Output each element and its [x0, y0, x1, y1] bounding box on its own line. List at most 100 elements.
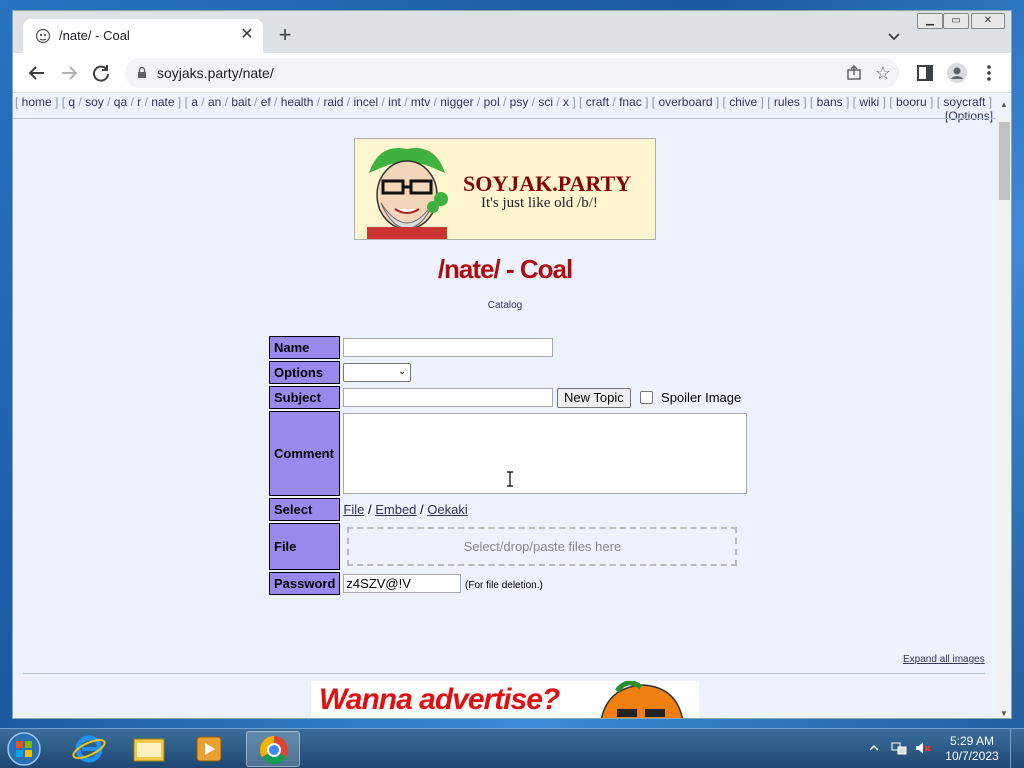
- board-link-psy[interactable]: psy: [510, 95, 529, 109]
- browser-tab[interactable]: /nate/ - Coal ✕: [23, 19, 263, 53]
- spoiler-label: Spoiler Image: [661, 390, 742, 405]
- profile-avatar-icon[interactable]: [945, 61, 969, 85]
- scroll-up-icon[interactable]: ▲: [1000, 100, 1008, 109]
- internet-explorer-icon[interactable]: [62, 731, 116, 767]
- board-link-craft[interactable]: craft: [586, 95, 609, 109]
- board-link-booru[interactable]: booru: [896, 95, 927, 109]
- clock-time: 5:29 AM: [949, 734, 995, 748]
- board-link-int[interactable]: int: [388, 95, 401, 109]
- forward-arrow-icon[interactable]: [57, 61, 81, 85]
- catalog-link[interactable]: Catalog: [488, 300, 522, 311]
- banner-title: SOYJAK.PARTY: [463, 171, 632, 196]
- scrollbar-thumb[interactable]: [999, 122, 1010, 200]
- board-link-a[interactable]: a: [191, 95, 198, 109]
- file-dropzone[interactable]: Select/drop/paste files here: [347, 527, 738, 566]
- board-link-home[interactable]: home: [22, 95, 52, 109]
- address-bar[interactable]: soyjaks.party/nate/ ☆: [125, 58, 899, 88]
- browser-toolbar: soyjaks.party/nate/ ☆: [13, 53, 1011, 93]
- board-link-mtv[interactable]: mtv: [411, 95, 430, 109]
- board-link-soycraft[interactable]: soycraft: [943, 95, 985, 109]
- share-icon[interactable]: [845, 64, 863, 82]
- ad-text: Wanna advertise?: [319, 683, 560, 716]
- tray-overflow-icon[interactable]: [868, 742, 880, 754]
- media-player-icon[interactable]: [182, 731, 236, 767]
- top-divider: [13, 118, 997, 119]
- menu-kebab-icon[interactable]: [977, 61, 1001, 85]
- board-title: /nate/ - Coal: [437, 254, 573, 284]
- bottom-divider: [23, 673, 985, 674]
- board-link-raid[interactable]: raid: [323, 95, 343, 109]
- tab-search-chevron-icon[interactable]: [885, 27, 903, 45]
- board-link-incel[interactable]: incel: [353, 95, 378, 109]
- name-input[interactable]: [343, 338, 554, 357]
- select-label: Select: [269, 498, 341, 521]
- select-file-link[interactable]: File: [343, 502, 364, 517]
- board-link-bait[interactable]: bait: [231, 95, 250, 109]
- board-link-overboard[interactable]: overboard: [658, 95, 712, 109]
- board-link-sci[interactable]: sci: [538, 95, 553, 109]
- board-link-health[interactable]: health: [281, 95, 314, 109]
- show-desktop-button[interactable]: [1010, 729, 1024, 768]
- maximize-icon[interactable]: ▭: [943, 13, 969, 29]
- ad-mascot-icon: [600, 681, 684, 718]
- expand-all-images-link[interactable]: Expand all images: [903, 654, 985, 665]
- board-link-nate[interactable]: nate: [151, 95, 174, 109]
- password-label: Password: [269, 572, 341, 595]
- volume-muted-icon[interactable]: [914, 739, 932, 757]
- board-link-soy[interactable]: soy: [85, 95, 104, 109]
- soyjak-favicon-icon: [35, 28, 51, 44]
- close-tab-icon[interactable]: ✕: [237, 25, 257, 45]
- minimize-icon[interactable]: ▁: [917, 13, 943, 29]
- new-topic-button[interactable]: New Topic: [557, 387, 631, 408]
- chevron-down-icon: ⌄: [398, 366, 407, 377]
- file-label: File: [269, 523, 341, 570]
- spoiler-checkbox[interactable]: [640, 391, 654, 404]
- post-form: Name Options ⌄ Subject New Topic Spoiler…: [267, 334, 750, 597]
- board-link-chive[interactable]: chive: [729, 95, 757, 109]
- board-link-fnac[interactable]: fnac: [619, 95, 642, 109]
- board-link-bans[interactable]: bans: [817, 95, 843, 109]
- chrome-icon: [260, 736, 288, 764]
- page-scrollbar[interactable]: ▲ ▼: [996, 100, 1011, 718]
- tab-strip: /nate/ - Coal ✕ + ▁ ▭ ✕: [13, 11, 1011, 53]
- tab-title: /nate/ - Coal: [59, 28, 130, 43]
- network-icon[interactable]: [890, 739, 908, 757]
- board-link-ef[interactable]: ef: [261, 95, 271, 109]
- taskbar-clock[interactable]: 5:29 AM 10/7/2023: [942, 734, 1002, 764]
- text-cursor-icon: [507, 471, 513, 487]
- comment-label: Comment: [269, 411, 341, 496]
- board-link-qa[interactable]: qa: [114, 95, 127, 109]
- site-banner[interactable]: SOYJAK.PARTY It's just like old /b/!: [354, 138, 656, 240]
- file-explorer-icon[interactable]: [122, 731, 176, 767]
- side-panel-icon[interactable]: [913, 61, 937, 85]
- page-content: [ home ] [ q / soy / qa / r / nate ] [ a…: [13, 94, 1011, 718]
- board-link-pol[interactable]: pol: [484, 95, 500, 109]
- options-label: Options: [269, 361, 341, 384]
- back-arrow-icon[interactable]: [25, 61, 49, 85]
- advertisement-banner[interactable]: Wanna advertise?: [311, 681, 699, 718]
- board-link-wiki[interactable]: wiki: [859, 95, 879, 109]
- options-link[interactable]: [Options]: [945, 109, 993, 123]
- reload-icon[interactable]: [89, 61, 113, 85]
- new-tab-icon[interactable]: +: [273, 24, 297, 48]
- bookmark-star-icon[interactable]: ☆: [873, 63, 893, 83]
- scroll-down-icon[interactable]: ▼: [1000, 709, 1008, 718]
- password-input[interactable]: [343, 574, 462, 593]
- board-link-nigger[interactable]: nigger: [440, 95, 473, 109]
- chrome-taskbar-button[interactable]: [246, 731, 300, 767]
- comment-textarea[interactable]: [343, 413, 748, 494]
- select-embed-link[interactable]: Embed: [375, 502, 416, 517]
- clock-date: 10/7/2023: [945, 749, 999, 763]
- close-window-icon[interactable]: ✕: [971, 13, 1005, 29]
- lock-icon[interactable]: [135, 66, 149, 80]
- url-text[interactable]: soyjaks.party/nate/: [157, 65, 274, 81]
- options-select[interactable]: ⌄: [343, 363, 412, 382]
- password-note: (For file deletion.): [465, 580, 543, 591]
- board-link-an[interactable]: an: [208, 95, 221, 109]
- name-label: Name: [269, 336, 341, 359]
- start-button-icon[interactable]: [4, 731, 44, 767]
- select-oekaki-link[interactable]: Oekaki: [427, 502, 467, 517]
- browser-window: /nate/ - Coal ✕ + ▁ ▭ ✕ soyjaks.party/na…: [12, 10, 1012, 719]
- board-link-rules[interactable]: rules: [774, 95, 800, 109]
- subject-input[interactable]: [343, 388, 554, 407]
